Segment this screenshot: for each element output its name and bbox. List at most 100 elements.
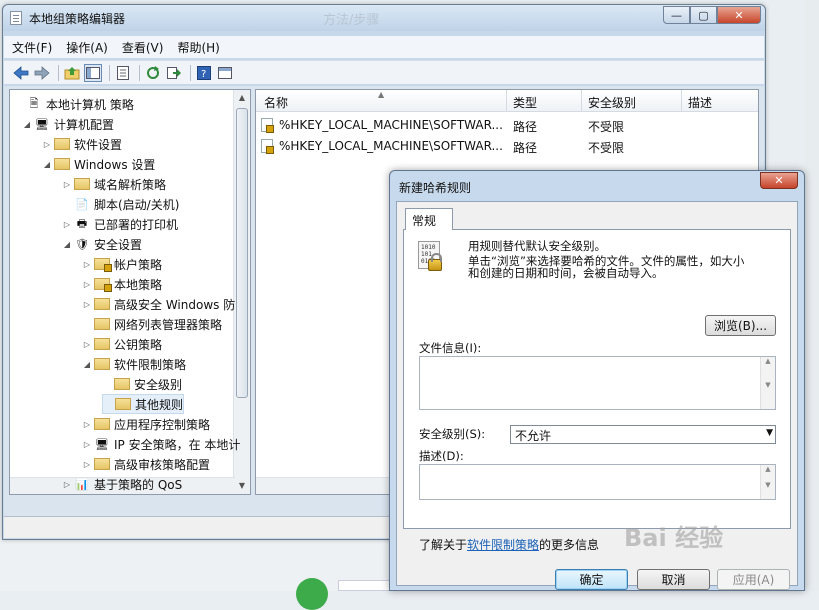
column-separator[interactable] xyxy=(506,90,507,112)
tree-item-label: 本地计算机 策略 xyxy=(46,97,134,112)
collapse-icon[interactable]: ◢ xyxy=(42,160,52,169)
minimize-button[interactable]: — xyxy=(663,6,690,24)
expand-icon[interactable]: ▷ xyxy=(82,300,92,309)
collapse-icon[interactable]: ◢ xyxy=(82,360,92,369)
toolbar-separator xyxy=(190,64,191,81)
tree-item[interactable]: ▷ 高级审核策略配置 xyxy=(82,454,210,474)
tree-item[interactable]: ▷ 域名解析策略 xyxy=(62,174,166,194)
scroll-up-icon[interactable]: ▲ xyxy=(234,90,250,106)
browse-button[interactable]: 浏览(B)... xyxy=(705,315,776,336)
dialog-close-button[interactable]: ✕ xyxy=(760,172,798,189)
tree-item[interactable]: ▷ 🖶 已部署的打印机 xyxy=(62,214,178,234)
tree-item[interactable]: 安全级别 xyxy=(102,374,182,394)
tree-item[interactable]: ▷ 帐户策略 xyxy=(82,254,162,274)
policy-icon: 🗎 xyxy=(29,96,39,110)
tree-item[interactable]: ▷ 应用程序控制策略 xyxy=(82,414,210,434)
window-title: 本地组策略编辑器 xyxy=(29,12,126,26)
expand-icon[interactable]: ▷ xyxy=(82,460,92,469)
menu-view[interactable]: 查看(V) xyxy=(122,39,164,56)
ipsec-icon: 🖥 xyxy=(95,437,109,451)
tree-item[interactable]: ◢ 软件限制策略 xyxy=(82,354,186,374)
collapse-icon[interactable]: ◢ xyxy=(62,240,72,249)
column-separator[interactable] xyxy=(681,90,682,112)
help-icon[interactable]: ? xyxy=(195,64,213,82)
toolbar-separator xyxy=(58,64,59,81)
menu-file[interactable]: 文件(F) xyxy=(12,39,52,56)
ok-button[interactable]: 确定 xyxy=(555,569,628,590)
tree-item[interactable]: ▷ 软件设置 xyxy=(42,134,122,154)
column-separator[interactable] xyxy=(581,90,582,112)
tree-item[interactable]: ◢ 🛡 安全设置 xyxy=(62,234,142,254)
cancel-button[interactable]: 取消 xyxy=(637,569,710,590)
table-row[interactable]: %HKEY_LOCAL_MACHINE\SOFTWAR... 路径 不受限 xyxy=(256,115,758,135)
expand-icon[interactable]: ▷ xyxy=(62,480,72,489)
tree-item[interactable]: 网络列表管理器策略 xyxy=(82,314,222,334)
title-bar[interactable]: 本地组策略编辑器 方法/步骤 — ▢ ✕ xyxy=(3,5,765,31)
forward-icon[interactable] xyxy=(33,64,51,82)
folder-icon xyxy=(54,138,70,150)
folder-icon xyxy=(94,358,110,370)
tree-item[interactable]: 其他规则 xyxy=(102,394,185,414)
view-icon[interactable] xyxy=(216,64,234,82)
tree-item-label: 安全设置 xyxy=(94,237,143,252)
tab-general[interactable]: 常规 xyxy=(405,208,453,230)
intro-text: 用规则替代默认安全级别。 xyxy=(468,239,606,253)
tree-item-label: 公钥策略 xyxy=(114,337,163,352)
expand-icon[interactable]: ▷ xyxy=(82,280,92,289)
expand-icon[interactable]: ▷ xyxy=(62,220,72,229)
maximize-button[interactable]: ▢ xyxy=(690,6,717,24)
tree-item-label: 脚本(启动/关机) xyxy=(94,197,180,212)
tree-item-label: 基于策略的 QoS xyxy=(94,477,183,492)
export-icon[interactable] xyxy=(165,64,183,82)
column-name[interactable]: 名称 xyxy=(264,94,288,111)
expand-icon[interactable]: ▷ xyxy=(82,340,92,349)
tree-item[interactable]: ▷ 高级安全 Windows 防 xyxy=(82,294,235,314)
properties-icon[interactable] xyxy=(114,64,132,82)
tree-item-label: 安全级别 xyxy=(134,377,183,392)
expand-icon[interactable]: ▷ xyxy=(82,440,92,449)
column-description[interactable]: 描述 xyxy=(688,94,712,111)
row-type: 路径 xyxy=(513,141,538,155)
show-tree-icon[interactable] xyxy=(84,63,102,82)
auto-import-text: 和创建的日期和时间，会被自动导入。 xyxy=(468,266,664,280)
expand-icon[interactable]: ▷ xyxy=(82,420,92,429)
menu-help[interactable]: 帮助(H) xyxy=(177,39,219,56)
tree-item[interactable]: ▷ 🖥 IP 安全策略，在 本地计 xyxy=(82,434,240,454)
security-level-select[interactable]: 不允许 ▼ xyxy=(510,425,776,444)
back-icon[interactable] xyxy=(12,64,30,82)
collapse-icon[interactable]: ◢ xyxy=(22,120,32,129)
menu-action[interactable]: 操作(A) xyxy=(66,39,108,56)
tree-item-label: 其他规则 xyxy=(135,397,184,412)
tree-item-label: Windows 设置 xyxy=(74,157,156,172)
tree-item-label: 应用程序控制策略 xyxy=(114,417,211,432)
tree-item[interactable]: 🗎 本地计算机 策略 xyxy=(14,94,134,114)
scroll-thumb[interactable] xyxy=(236,108,248,398)
row-level: 不受限 xyxy=(588,141,625,155)
menu-bar: 文件(F) 操作(A) 查看(V) 帮助(H) xyxy=(4,36,764,58)
apply-button[interactable]: 应用(A) xyxy=(717,569,790,590)
up-folder-icon[interactable] xyxy=(63,64,81,82)
scroll-down-icon[interactable]: ▼ xyxy=(234,478,250,494)
sort-arrow-icon: ▲ xyxy=(378,90,385,99)
tree-item[interactable]: ▷ 公钥策略 xyxy=(82,334,162,354)
close-button[interactable]: ✕ xyxy=(717,6,761,24)
expand-icon[interactable]: ▷ xyxy=(62,180,72,189)
expand-icon[interactable]: ▷ xyxy=(82,260,92,269)
path-rule-icon xyxy=(261,118,274,133)
tree-item-label: 高级审核策略配置 xyxy=(114,457,211,472)
background-green-dot xyxy=(296,578,328,610)
column-type[interactable]: 类型 xyxy=(513,94,537,111)
expand-icon[interactable]: ▷ xyxy=(42,140,52,149)
tree-item-label: 软件限制策略 xyxy=(114,357,187,372)
tree-item[interactable]: ◢ 🖥 计算机配置 xyxy=(22,114,114,134)
software-restriction-link[interactable]: 软件限制策略 xyxy=(467,538,539,552)
refresh-icon[interactable] xyxy=(144,64,162,82)
tree-item[interactable]: ◢ Windows 设置 xyxy=(42,154,155,174)
tree-item[interactable]: ▷ 📊 基于策略的 QoS xyxy=(62,474,182,494)
file-info-field[interactable]: ▲ ▼ xyxy=(419,356,776,410)
tree-item[interactable]: ▷ 本地策略 xyxy=(82,274,162,294)
column-level[interactable]: 安全级别 xyxy=(588,94,636,111)
table-row[interactable]: %HKEY_LOCAL_MACHINE\SOFTWAR... 路径 不受限 xyxy=(256,136,758,156)
tree-item[interactable]: 📄 脚本(启动/关机) xyxy=(62,194,179,214)
description-field[interactable]: ▲ ▼ xyxy=(419,464,776,500)
